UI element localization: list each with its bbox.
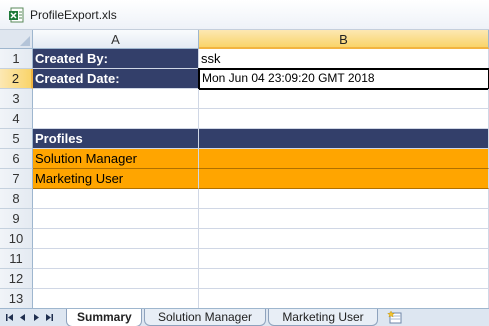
tab-marketing-user[interactable]: Marketing User <box>268 309 378 326</box>
first-sheet-icon[interactable] <box>4 311 16 324</box>
next-sheet-icon[interactable] <box>30 311 42 324</box>
cell-a6[interactable]: Solution Manager <box>33 149 199 169</box>
prev-sheet-icon[interactable] <box>17 311 29 324</box>
tab-summary[interactable]: Summary <box>66 309 142 326</box>
cell-a3[interactable] <box>33 89 199 109</box>
row-header-8[interactable]: 8 <box>0 189 33 209</box>
cell-a12[interactable] <box>33 269 199 289</box>
row-header-5[interactable]: 5 <box>0 129 33 149</box>
tab-solution-manager[interactable]: Solution Manager <box>144 309 266 326</box>
cell-a13[interactable] <box>33 289 199 308</box>
cell-b4[interactable] <box>199 109 489 129</box>
row-header-3[interactable]: 3 <box>0 89 33 109</box>
cell-b7[interactable] <box>199 169 489 189</box>
cell-a7[interactable]: Marketing User <box>33 169 199 189</box>
sheet-tab-bar: Summary Solution Manager Marketing User <box>0 308 489 326</box>
spreadsheet-grid: A B 1 2 3 4 5 6 7 8 9 10 11 12 13 Create… <box>0 30 489 308</box>
row-header-13[interactable]: 13 <box>0 289 33 308</box>
cell-b2-selected[interactable]: Mon Jun 04 23:09:20 GMT 2018 <box>198 68 489 90</box>
cell-a10[interactable] <box>33 229 199 249</box>
cell-a4[interactable] <box>33 109 199 129</box>
cell-a2[interactable]: Created Date: <box>33 69 199 89</box>
window-title: ProfileExport.xls <box>30 8 117 22</box>
cell-a1[interactable]: Created By: <box>33 49 199 69</box>
title-bar: ProfileExport.xls <box>0 0 489 30</box>
row-header-1[interactable]: 1 <box>0 49 33 69</box>
row-header-11[interactable]: 11 <box>0 249 33 269</box>
cell-b12[interactable] <box>199 269 489 289</box>
column-header-b[interactable]: B <box>199 30 489 49</box>
cell-b3[interactable] <box>199 89 489 109</box>
excel-file-icon <box>9 7 24 23</box>
select-all-corner[interactable] <box>0 30 33 49</box>
last-sheet-icon[interactable] <box>43 311 55 324</box>
row-header-12[interactable]: 12 <box>0 269 33 289</box>
cell-b9[interactable] <box>199 209 489 229</box>
cell-a5[interactable]: Profiles <box>33 129 199 149</box>
column-header-a[interactable]: A <box>33 30 199 49</box>
row-header-2[interactable]: 2 <box>0 69 33 89</box>
cell-b10[interactable] <box>199 229 489 249</box>
cell-b1[interactable]: ssk <box>199 49 489 69</box>
cell-b5[interactable] <box>199 129 489 149</box>
cell-b8[interactable] <box>199 189 489 209</box>
cell-a11[interactable] <box>33 249 199 269</box>
cell-a8[interactable] <box>33 189 199 209</box>
row-header-9[interactable]: 9 <box>0 209 33 229</box>
cell-a9[interactable] <box>33 209 199 229</box>
cell-b6[interactable] <box>199 149 489 169</box>
row-header-10[interactable]: 10 <box>0 229 33 249</box>
cell-b11[interactable] <box>199 249 489 269</box>
row-header-6[interactable]: 6 <box>0 149 33 169</box>
cell-b13[interactable] <box>199 289 489 308</box>
insert-sheet-icon[interactable] <box>386 310 404 325</box>
row-header-4[interactable]: 4 <box>0 109 33 129</box>
row-header-7[interactable]: 7 <box>0 169 33 189</box>
